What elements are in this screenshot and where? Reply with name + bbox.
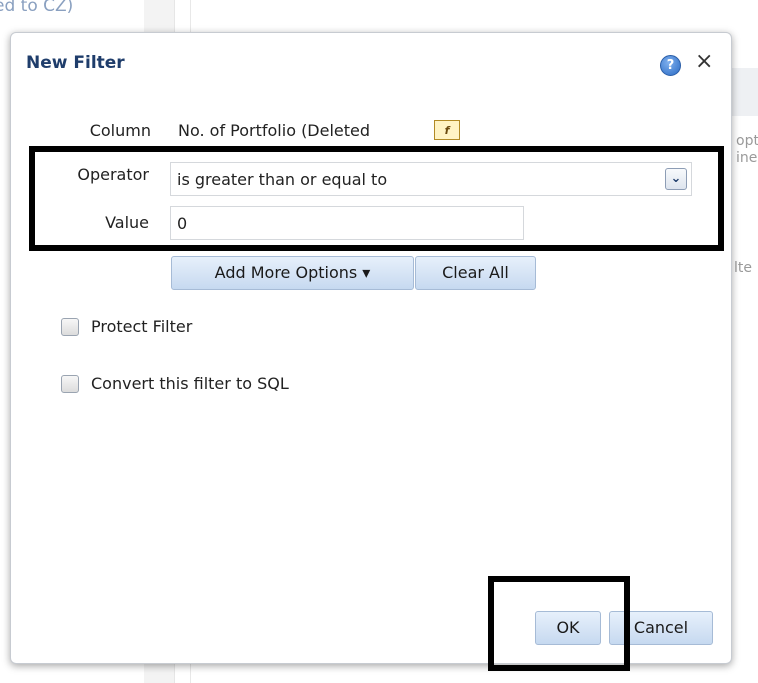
close-icon[interactable]: × — [695, 50, 713, 74]
add-more-options-button[interactable]: Add More Options ▾ — [171, 256, 414, 290]
operator-select[interactable]: is greater than or equal to ⌄ — [170, 162, 692, 196]
dialog-title: New Filter — [26, 53, 125, 73]
new-filter-dialog: New Filter ? × Column No. of Portfolio (… — [10, 32, 732, 664]
value-input[interactable]: 0 — [170, 206, 524, 240]
cancel-button[interactable]: Cancel — [609, 611, 713, 645]
edit-formula-icon[interactable]: f — [434, 120, 460, 140]
help-icon[interactable]: ? — [660, 55, 681, 76]
background-text-3: lte — [734, 260, 752, 276]
column-label: Column — [89, 121, 151, 140]
background-panel-header — [730, 68, 758, 116]
background-text-1: opt — [736, 133, 758, 149]
chevron-down-icon[interactable]: ⌄ — [665, 168, 687, 190]
protect-filter-checkbox[interactable] — [61, 318, 79, 336]
convert-to-sql-checkbox[interactable] — [61, 375, 79, 393]
convert-to-sql-label: Convert this filter to SQL — [91, 374, 289, 393]
background-header-text: ed to CZ) — [0, 0, 74, 16]
operator-label: Operator — [77, 165, 149, 184]
column-value: No. of Portfolio (Deleted — [178, 121, 371, 140]
operator-selected-value: is greater than or equal to — [177, 170, 388, 189]
value-label: Value — [105, 213, 149, 232]
background-text-2: ine — [736, 150, 758, 166]
ok-button[interactable]: OK — [535, 611, 601, 645]
clear-all-button[interactable]: Clear All — [415, 256, 536, 290]
protect-filter-label: Protect Filter — [91, 317, 193, 336]
